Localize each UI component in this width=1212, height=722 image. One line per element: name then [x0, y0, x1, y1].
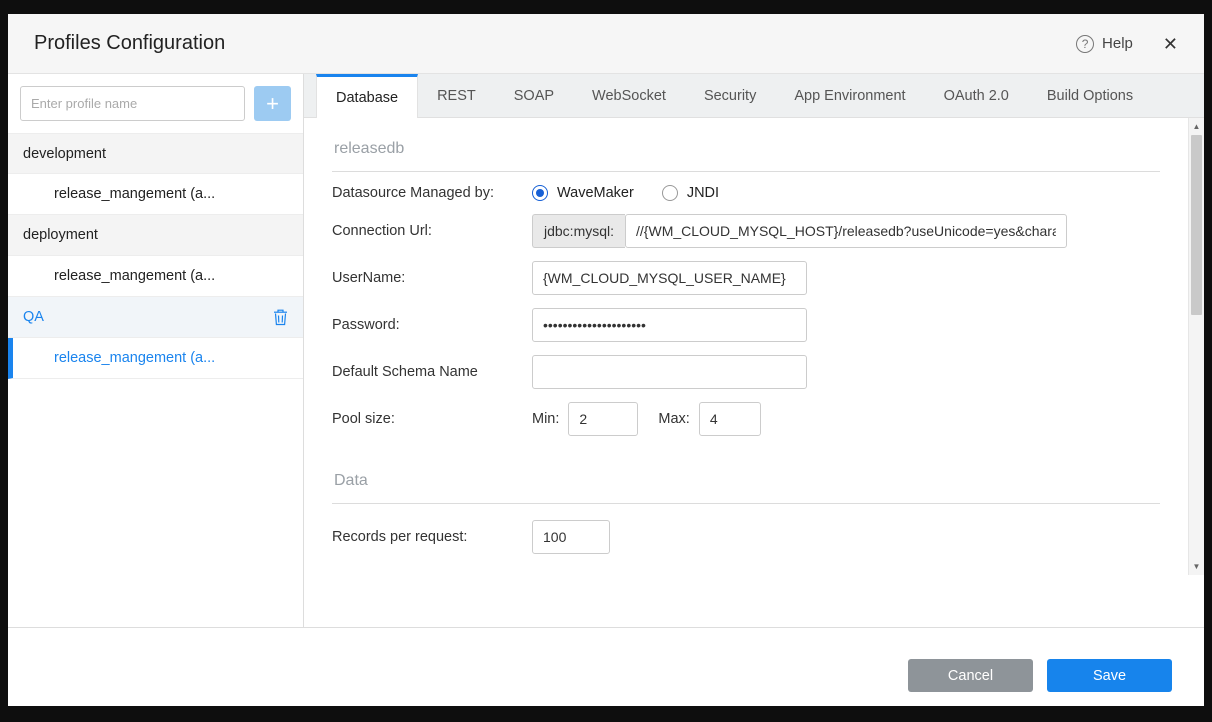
help-label: Help: [1102, 35, 1133, 52]
records-per-request-label: Records per request:: [332, 529, 468, 545]
sidebar-item-label: QA: [23, 309, 44, 325]
sidebar-item-deployment[interactable]: deployment: [8, 215, 303, 256]
save-button[interactable]: Save: [1047, 659, 1172, 692]
vertical-scrollbar[interactable]: ▲ ▼: [1188, 118, 1204, 575]
cancel-button[interactable]: Cancel: [908, 659, 1033, 692]
pool-min-input[interactable]: [568, 402, 639, 436]
radio-wavemaker[interactable]: WaveMaker: [532, 185, 634, 201]
dialog-body: + development release_mangement (a... de…: [8, 74, 1204, 627]
tab-oauth[interactable]: OAuth 2.0: [925, 74, 1028, 117]
password-input[interactable]: [532, 308, 807, 342]
tab-build-options[interactable]: Build Options: [1028, 74, 1152, 117]
pool-size-row: Pool size: Min: Max:: [332, 402, 1160, 436]
connection-url-label: Connection Url:: [332, 223, 432, 239]
help-question-icon: ?: [1076, 34, 1095, 53]
pool-size-label: Pool size:: [332, 411, 395, 427]
pool-min-label: Min:: [532, 411, 560, 427]
dialog-footer: Cancel Save: [8, 627, 1204, 706]
datasource-radio-group: WaveMaker JNDI: [532, 185, 719, 201]
page-title: Profiles Configuration: [34, 32, 226, 54]
screen-frame: Profiles Configuration ? Help ✕ + develo…: [0, 0, 1212, 722]
service-tabs: Database REST SOAP WebSocket Security Ap…: [304, 74, 1204, 118]
profile-name-input[interactable]: [20, 86, 245, 121]
sidebar-item-label: development: [23, 145, 107, 162]
schema-input[interactable]: [532, 355, 807, 389]
tab-websocket[interactable]: WebSocket: [573, 74, 685, 117]
username-row: UserName:: [332, 261, 1160, 295]
sidebar-item-development[interactable]: development: [8, 133, 303, 174]
radio-jndi-label: JNDI: [686, 185, 720, 201]
connection-url-prefix: jdbc:mysql:: [532, 214, 626, 248]
tab-rest[interactable]: REST: [418, 74, 495, 117]
sidebar-item-qa[interactable]: QA: [8, 297, 303, 338]
tab-app-environment[interactable]: App Environment: [775, 74, 924, 117]
schema-row: Default Schema Name: [332, 355, 1160, 389]
profiles-sidebar: + development release_mangement (a... de…: [8, 74, 304, 627]
connection-url-row: Connection Url: jdbc:mysql:: [332, 214, 1160, 248]
profile-detail-panel: Database REST SOAP WebSocket Security Ap…: [304, 74, 1204, 627]
username-input[interactable]: [532, 261, 807, 295]
sidebar-item-release-mangement-2[interactable]: release_mangement (a...: [8, 256, 303, 297]
tab-security[interactable]: Security: [685, 74, 775, 117]
radio-jndi-dot-icon: [661, 185, 678, 201]
service-section-title: releasedb: [332, 122, 1160, 172]
sidebar-item-label: deployment: [23, 227, 98, 243]
tab-database[interactable]: Database: [316, 74, 419, 118]
password-row: Password:: [332, 308, 1160, 342]
delete-profile-icon[interactable]: [273, 309, 288, 326]
sidebar-item-label: release_mangement (a...: [54, 186, 216, 202]
help-button[interactable]: ? Help: [1076, 34, 1133, 53]
scrollbar-up-icon[interactable]: ▲: [1189, 119, 1204, 134]
connection-url-input[interactable]: [625, 214, 1068, 248]
sidebar-item-release-mangement-3[interactable]: release_mangement (a...: [8, 338, 303, 379]
datasource-managed-label: Datasource Managed by:: [332, 185, 495, 201]
radio-jndi[interactable]: JNDI: [661, 185, 720, 201]
connection-url-group: jdbc:mysql:: [532, 214, 1068, 248]
sidebar-item-label: release_mangement (a...: [54, 268, 216, 284]
sidebar-item-label: release_mangement (a...: [54, 350, 216, 366]
radio-wavemaker-dot-icon: [532, 185, 548, 201]
profile-add-row: +: [8, 74, 303, 133]
data-section-title: Data: [332, 454, 1160, 504]
profiles-configuration-dialog: Profiles Configuration ? Help ✕ + develo…: [8, 14, 1204, 706]
pool-max-input[interactable]: [698, 402, 761, 436]
dialog-header: Profiles Configuration ? Help ✕: [8, 14, 1204, 74]
scrollbar-thumb[interactable]: [1191, 135, 1202, 315]
password-label: Password:: [332, 317, 400, 333]
tab-soap[interactable]: SOAP: [495, 74, 573, 117]
datasource-managed-row: Datasource Managed by: WaveMaker JNDI: [332, 185, 1160, 201]
records-per-request-row: Records per request:: [332, 520, 1160, 554]
profiles-list: development release_mangement (a... depl…: [8, 133, 303, 379]
radio-wavemaker-label: WaveMaker: [557, 185, 634, 201]
database-tab-panel: releasedb Datasource Managed by: WaveMak…: [304, 118, 1204, 627]
schema-label: Default Schema Name: [332, 364, 478, 380]
username-label: UserName:: [332, 270, 406, 286]
close-icon[interactable]: ✕: [1163, 35, 1178, 53]
add-profile-button[interactable]: +: [254, 86, 291, 121]
records-per-request-input[interactable]: [532, 520, 610, 554]
database-form-scroll-area: releasedb Datasource Managed by: WaveMak…: [304, 118, 1188, 575]
pool-max-label: Max:: [658, 411, 690, 427]
sidebar-item-release-mangement-1[interactable]: release_mangement (a...: [8, 174, 303, 215]
scrollbar-down-icon[interactable]: ▼: [1189, 559, 1204, 574]
